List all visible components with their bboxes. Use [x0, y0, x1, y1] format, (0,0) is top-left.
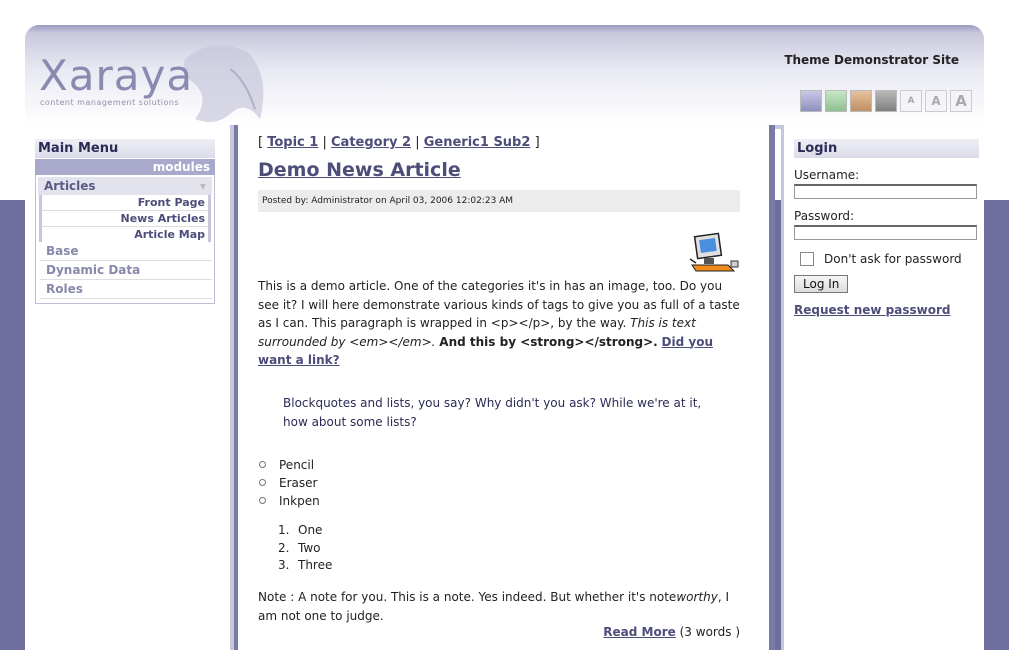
list-item: Pencil	[258, 456, 740, 474]
crumb-separator: |	[322, 135, 327, 150]
list-item: 1. One	[258, 522, 740, 540]
bullet-circle-icon	[259, 461, 266, 468]
posted-by: Posted by: Administrator on April 03, 20…	[258, 190, 740, 212]
password-label: Password:	[794, 209, 855, 223]
main-menu-title: Main Menu	[35, 139, 215, 158]
crumb-generic1-sub2[interactable]: Generic1 Sub2	[424, 135, 531, 150]
list-number: 1.	[278, 523, 290, 538]
password-field[interactable]	[794, 225, 977, 240]
logo-text[interactable]: Xaraya	[39, 51, 193, 100]
bullet-circle-icon	[259, 497, 266, 504]
menu-item-articles[interactable]: Articles ▼	[38, 177, 212, 195]
crumb-separator: |	[415, 135, 420, 150]
font-size-medium-button[interactable]: A	[925, 90, 947, 112]
list-item-text: Inkpen	[279, 493, 320, 508]
article-paragraph: This is a demo article. One of the categ…	[258, 277, 740, 370]
font-size-small-button[interactable]: A	[900, 90, 922, 112]
menu-box: Articles ▼ Front Page News Articles Arti…	[35, 175, 215, 304]
menu-item-dynamic-data[interactable]: Dynamic Data	[40, 261, 212, 280]
article: [ Topic 1 | Category 2 | Generic1 Sub2 ]…	[258, 135, 740, 639]
main-content: [ Topic 1 | Category 2 | Generic1 Sub2 ]…	[234, 125, 775, 650]
list-item: Inkpen	[258, 492, 740, 510]
site-header: Xaraya content management solutions Them…	[25, 25, 984, 125]
theme-swatch-gray[interactable]	[875, 90, 897, 112]
chevron-down-icon: ▼	[199, 181, 206, 191]
note-paragraph: Note : A note for you. This is a note. Y…	[258, 588, 740, 625]
theme-swatch-orange[interactable]	[850, 90, 872, 112]
login-block: Login Username: Password: Don't ask for …	[794, 139, 979, 317]
crumb-bracket: ]	[534, 135, 540, 150]
note-text: Note : A note for you. This is a note. Y…	[258, 590, 677, 604]
submenu-item-front-page[interactable]: Front Page	[42, 195, 208, 211]
blockquote: Blockquotes and lists, you say? Why didn…	[283, 395, 702, 429]
font-size-large-button[interactable]: A	[950, 90, 972, 112]
left-sidebar: Main Menu modules Articles ▼ Front Page …	[25, 125, 234, 650]
list-item-text: One	[298, 523, 323, 538]
read-more-link[interactable]: Read More	[603, 625, 676, 639]
bullet-circle-icon	[259, 479, 266, 486]
list-item-text: Three	[298, 558, 333, 573]
list-item: Eraser	[258, 474, 740, 492]
remember-checkbox[interactable]	[800, 252, 814, 266]
submenu-item-article-map[interactable]: Article Map	[42, 227, 208, 242]
strong-text: And this by <strong></strong>.	[439, 334, 658, 349]
list-item-text: Pencil	[279, 457, 315, 472]
request-password-link[interactable]: Request new password	[794, 303, 979, 317]
note-emphasis: worthy	[676, 590, 718, 604]
remember-row: Don't ask for password	[794, 252, 979, 266]
list-item-text: Eraser	[279, 475, 318, 490]
crumb-category-2[interactable]: Category 2	[331, 135, 411, 150]
remember-label: Don't ask for password	[824, 252, 962, 266]
list-number: 3.	[278, 558, 290, 573]
login-button[interactable]: Log In	[794, 275, 849, 293]
article-title-link[interactable]: Demo News Article	[258, 159, 461, 181]
username-label: Username:	[794, 168, 860, 182]
read-more-row: Read More (3 words )	[258, 625, 740, 639]
list-item: 2. Two	[258, 539, 740, 557]
main-menu: Main Menu modules Articles ▼ Front Page …	[35, 139, 215, 304]
login-title: Login	[794, 139, 979, 158]
menu-item-base[interactable]: Base	[40, 242, 212, 261]
username-field[interactable]	[794, 184, 977, 199]
word-count: (3 words )	[679, 625, 740, 639]
logo-tagline: content management solutions	[40, 98, 180, 107]
list-item-text: Two	[298, 540, 321, 555]
article-title: Demo News Article	[258, 159, 740, 181]
theme-swatch-purple[interactable]	[800, 90, 822, 112]
crumb-topic-1[interactable]: Topic 1	[267, 135, 318, 150]
menu-item-roles[interactable]: Roles	[40, 280, 212, 299]
list-item: 3. Three	[258, 557, 740, 575]
category-breadcrumb: [ Topic 1 | Category 2 | Generic1 Sub2 ]	[258, 135, 740, 150]
crumb-bracket: [	[258, 135, 264, 150]
theme-swatch-green[interactable]	[825, 90, 847, 112]
submenu-item-news-articles[interactable]: News Articles	[42, 211, 208, 227]
menu-item-label: Articles	[44, 179, 96, 193]
theme-switcher: A A A	[800, 90, 972, 112]
articles-submenu: Front Page News Articles Article Map	[39, 195, 211, 242]
right-sidebar: Login Username: Password: Don't ask for …	[781, 125, 984, 650]
site-title: Theme Demonstrator Site	[784, 53, 959, 67]
bullet-list: Pencil Eraser Inkpen	[258, 456, 740, 510]
computer-icon	[689, 232, 739, 272]
numbered-list: 1. One 2. Two 3. Three	[258, 522, 740, 575]
list-number: 2.	[278, 540, 290, 555]
modules-header: modules	[35, 159, 215, 175]
